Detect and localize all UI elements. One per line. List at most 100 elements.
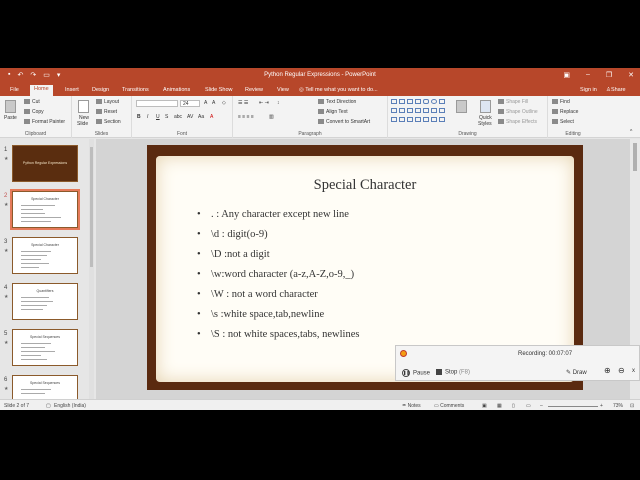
char-spacing-icon[interactable]: AV — [187, 114, 193, 120]
reading-view-icon[interactable]: ▯ — [512, 403, 515, 409]
bullet-dot-icon: • — [197, 289, 201, 300]
tab-slide-show[interactable]: Slide Show — [201, 86, 237, 96]
tell-me-box[interactable]: ◎ Tell me what you want to do... — [299, 87, 378, 93]
paragraph-group-label: Paragraph — [298, 131, 322, 137]
cut-button[interactable]: Cut — [24, 99, 40, 105]
thumbnail-scrollbar[interactable] — [89, 139, 94, 399]
shape-outline-button[interactable]: Shape Outline — [498, 109, 538, 115]
format-painter-button[interactable]: Format Painter — [24, 119, 65, 125]
clear-formatting-icon[interactable]: ◇ — [222, 100, 226, 106]
shadow-icon[interactable]: S — [165, 114, 168, 120]
pause-button[interactable]: ❚❚ Pause — [402, 369, 430, 377]
font-group-label: Font — [176, 131, 187, 137]
align-text-button[interactable]: Align Text — [318, 109, 348, 115]
bullets-icon[interactable]: ☰ ☰ — [238, 100, 248, 106]
replace-button[interactable]: Replace — [552, 109, 578, 115]
quick-styles-label-2[interactable]: Styles — [478, 121, 492, 127]
zoom-out-icon[interactable]: ⊖ — [618, 366, 625, 375]
slide-thumbnail-4[interactable]: 4 ★ Quantifiers — [0, 281, 96, 327]
slide-title[interactable]: Special Character — [156, 177, 574, 194]
tab-insert[interactable]: Insert — [61, 86, 83, 96]
maximize-icon[interactable]: ❐ — [606, 71, 612, 79]
spellcheck-icon[interactable]: ▢ — [46, 403, 51, 409]
bold-icon[interactable]: B — [137, 114, 141, 120]
share-button[interactable]: ♙Share — [606, 87, 626, 93]
copy-button[interactable]: Copy — [24, 109, 44, 115]
slide-thumbnail-pane: 1 ★ Python Regular Expressions 2 ★ Speci… — [0, 139, 96, 410]
transition-star-icon: ★ — [4, 294, 9, 300]
paste-button[interactable]: Paste — [4, 115, 17, 121]
tab-review[interactable]: Review — [241, 86, 267, 96]
recorder-logo-icon — [400, 350, 407, 357]
increase-font-icon[interactable]: A — [204, 100, 207, 106]
zoom-slider[interactable] — [548, 406, 598, 407]
tab-view[interactable]: View — [273, 86, 293, 96]
comments-button[interactable]: ▭ Comments — [434, 403, 464, 409]
font-name-field[interactable] — [136, 100, 178, 107]
zoom-level[interactable]: 73% — [613, 403, 623, 409]
language-indicator[interactable]: English (India) — [54, 403, 86, 409]
slide-thumbnail-5[interactable]: 5 ★ Special Sequences — [0, 327, 96, 373]
bullet-list[interactable]: •. : Any character except new line • \d :… — [197, 209, 567, 349]
scroll-thumb[interactable] — [633, 143, 637, 171]
slide-sorter-icon[interactable]: ▦ — [497, 403, 502, 409]
font-color-icon[interactable]: A — [210, 114, 213, 120]
alignment-icons[interactable]: ≡ ≡ ≡ ≡ — [238, 114, 254, 120]
thumbnail-title: Quantifiers — [36, 289, 54, 293]
shape-fill-button[interactable]: Shape Fill — [498, 99, 528, 105]
normal-view-icon[interactable]: ▣ — [482, 403, 487, 409]
ribbon-display-options-icon[interactable]: ▣ — [563, 71, 570, 79]
minimize-icon[interactable]: – — [586, 71, 590, 79]
fit-to-window-icon[interactable]: ⊡ — [630, 403, 634, 409]
ribbon: Paste Cut Copy Format Painter Clipboard … — [0, 96, 640, 138]
bullet-item: • \D :not a digit — [197, 249, 270, 260]
thumbnail-image: Special Character — [12, 237, 78, 274]
scroll-thumb[interactable] — [90, 147, 93, 267]
italic-icon[interactable]: I — [147, 114, 148, 120]
tab-transitions[interactable]: Transitions — [118, 86, 153, 96]
shape-effects-button[interactable]: Shape Effects — [498, 119, 537, 125]
tab-design[interactable]: Design — [88, 86, 113, 96]
sign-in-link[interactable]: Sign in — [580, 87, 597, 93]
decrease-font-icon[interactable]: A — [212, 100, 215, 106]
close-icon[interactable]: ✕ — [628, 71, 634, 79]
zoom-in-icon[interactable]: ⊕ — [604, 366, 611, 375]
close-recorder-button[interactable]: x — [632, 368, 635, 374]
shapes-gallery[interactable] — [391, 99, 451, 129]
section-button[interactable]: Section — [96, 119, 121, 125]
indent-icons[interactable]: ⇤ ⇥ — [259, 100, 269, 106]
layout-button[interactable]: Layout — [96, 99, 119, 105]
reset-button[interactable]: Reset — [96, 109, 117, 115]
new-slide-label-2[interactable]: Slide — [77, 121, 88, 127]
tab-file[interactable]: File — [6, 86, 23, 96]
replace-icon — [552, 109, 558, 115]
find-button[interactable]: Find — [552, 99, 570, 105]
text-direction-button[interactable]: Text Direction — [318, 99, 356, 105]
slide-thumbnail-2[interactable]: 2 ★ Special Character — [0, 189, 96, 235]
slide-thumbnail-3[interactable]: 3 ★ Special Character — [0, 235, 96, 281]
draw-button[interactable]: ✎ Draw — [566, 369, 587, 376]
convert-smartart-button[interactable]: Convert to SmartArt — [318, 119, 370, 125]
collapse-ribbon-icon[interactable]: ^ — [630, 129, 632, 135]
font-size-field[interactable]: 24 — [180, 100, 200, 107]
stop-button[interactable]: Stop (F8) — [436, 369, 470, 376]
slide-show-icon[interactable]: ▭ — [526, 403, 531, 409]
select-button[interactable]: Select — [552, 119, 574, 125]
tab-animations[interactable]: Animations — [159, 86, 194, 96]
screen: ▪ ↶ ↷ ▭ ▾ Python Regular Expressions - P… — [0, 0, 640, 480]
slide-thumbnail-1[interactable]: 1 ★ Python Regular Expressions — [0, 143, 96, 189]
slide-count: Slide 2 of 7 — [4, 403, 30, 409]
bullet-dot-icon: • — [197, 309, 201, 320]
notes-button[interactable]: ≐ Notes — [402, 403, 421, 409]
tab-home[interactable]: Home — [30, 85, 53, 96]
zoom-in-icon[interactable]: + — [600, 403, 603, 409]
bullet-item: • \w:word character (a-z,A-Z,o-9,_) — [197, 269, 355, 280]
strikethrough-icon[interactable]: abc — [174, 114, 182, 120]
columns-icon[interactable]: ▥ — [269, 114, 274, 120]
line-spacing-icon[interactable]: ↕ — [277, 100, 280, 106]
change-case-icon[interactable]: Aa — [198, 114, 204, 120]
transition-star-icon: ★ — [4, 202, 9, 208]
zoom-out-icon[interactable]: – — [540, 403, 543, 409]
recording-toolbar: Recording: 00:07:07 ❚❚ Pause Stop (F8) ✎ … — [395, 345, 640, 381]
underline-icon[interactable]: U — [156, 114, 160, 120]
